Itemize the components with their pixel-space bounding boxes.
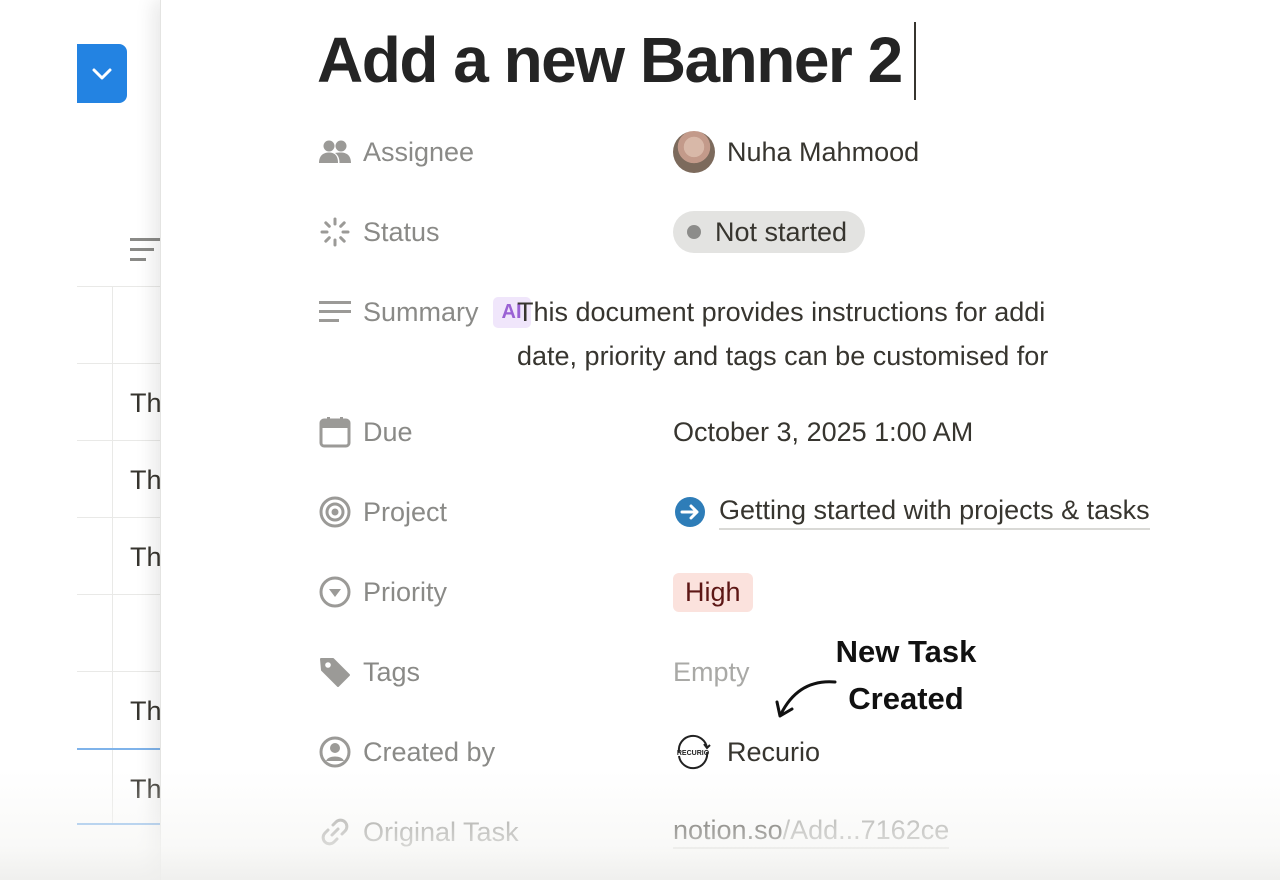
dropdown-button[interactable] <box>77 44 127 103</box>
curved-arrow-icon <box>775 680 837 718</box>
url-host: notion.so <box>673 815 783 845</box>
assignee-name: Nuha Mahmood <box>727 136 920 167</box>
property-label-project[interactable]: Project <box>317 490 447 534</box>
property-label-text: Assignee <box>363 136 475 167</box>
tags-value[interactable]: Empty <box>673 650 750 694</box>
page-title-container[interactable]: Add a new Banner 2 <box>317 20 916 104</box>
status-dot-icon <box>687 225 701 239</box>
property-label-text: Original Task <box>363 816 519 847</box>
created-by-value[interactable]: RECURIO Recurio <box>673 730 820 774</box>
user-circle-icon <box>317 734 353 770</box>
priority-value[interactable]: High <box>673 570 753 614</box>
avatar <box>673 131 715 173</box>
property-label-status[interactable]: Status <box>317 210 440 254</box>
summary-line: This document provides instructions for … <box>517 297 1046 327</box>
property-label-text: Priority <box>363 576 448 607</box>
app-window: Th Th Th Th Th Add a new Banner 2 Assign… <box>0 0 1280 880</box>
table-cell: Th <box>130 774 162 804</box>
creator-name: Recurio <box>727 736 821 767</box>
project-value[interactable]: Getting started with projects & tasks <box>673 490 1150 534</box>
background-database-table: Th Th Th Th Th <box>0 0 177 880</box>
property-label-text: Created by <box>363 736 496 767</box>
property-row-status: Status Not started <box>317 210 1280 254</box>
summary-line: date, priority and tags can be customise… <box>517 341 1049 371</box>
status-value[interactable]: Not started <box>673 210 866 254</box>
property-label-text: Status <box>363 216 440 247</box>
annotation-line: New Task <box>835 634 977 669</box>
arrow-right-circle-icon <box>675 497 705 527</box>
priority-badge[interactable]: High <box>673 572 753 612</box>
status-text: Not started <box>715 216 848 247</box>
original-task-value[interactable]: notion.so/Add...7162ce <box>673 810 950 854</box>
original-task-link[interactable]: notion.so/Add...7162ce <box>673 815 950 849</box>
task-peek-panel: Add a new Banner 2 Assignee Nuha Mahmood <box>160 0 1280 880</box>
property-label-assignee[interactable]: Assignee <box>317 130 474 174</box>
due-date: October 3, 2025 1:00 AM <box>673 416 974 447</box>
status-badge[interactable]: Not started <box>673 211 866 253</box>
property-label-summary[interactable]: Summary AI <box>317 290 531 334</box>
annotation-line: Created <box>848 681 964 716</box>
property-label-due[interactable]: Due <box>317 410 413 454</box>
property-row-priority: Priority High <box>317 570 1280 614</box>
link-icon <box>317 814 353 850</box>
project-link[interactable]: Getting started with projects & tasks <box>673 495 1150 530</box>
table-cell: Th <box>130 542 162 572</box>
property-label-priority[interactable]: Priority <box>317 570 447 614</box>
recurio-logo: RECURIO <box>673 732 713 772</box>
table-cell: Th <box>130 696 162 726</box>
tag-icon <box>317 654 353 690</box>
table-cell: Th <box>130 465 162 495</box>
people-icon <box>317 134 353 170</box>
page-title[interactable]: Add a new Banner 2 <box>317 24 903 96</box>
property-label-text: Due <box>363 416 413 447</box>
text-cursor <box>913 22 916 101</box>
property-label-text: Summary <box>363 296 479 327</box>
property-label-text: Tags <box>363 656 421 687</box>
property-row-assignee: Assignee Nuha Mahmood <box>317 130 1280 174</box>
due-value[interactable]: October 3, 2025 1:00 AM <box>673 410 973 454</box>
property-row-due: Due October 3, 2025 1:00 AM <box>317 410 1280 454</box>
annotation-callout: New Task Created <box>821 628 991 722</box>
summary-value[interactable]: This document provides instructions for … <box>517 290 1280 378</box>
target-icon <box>317 494 353 530</box>
property-row-created-by: Created by RECURIO Recurio <box>317 730 1280 774</box>
property-label-tags[interactable]: Tags <box>317 650 420 694</box>
tags-empty-text: Empty <box>673 656 750 687</box>
status-spinner-icon <box>317 214 353 250</box>
assignee-value[interactable]: Nuha Mahmood <box>673 130 919 174</box>
text-lines-icon <box>317 294 353 330</box>
chevron-circle-icon <box>317 574 353 610</box>
recurio-logo-text: RECURIO <box>677 750 710 757</box>
property-row-original-task: Original Task notion.so/Add...7162ce <box>317 810 1280 854</box>
url-path: /Add...7162ce <box>782 815 950 845</box>
property-label-created-by[interactable]: Created by <box>317 730 495 774</box>
property-label-text: Project <box>363 496 448 527</box>
table-cell: Th <box>130 388 162 418</box>
property-label-original-task[interactable]: Original Task <box>317 810 519 854</box>
calendar-icon <box>317 414 353 450</box>
sort-lines-icon[interactable] <box>130 236 164 264</box>
chevron-down-icon <box>92 68 112 79</box>
project-name: Getting started with projects & tasks <box>719 495 1150 530</box>
property-row-project: Project Getting started with projects & … <box>317 490 1280 534</box>
